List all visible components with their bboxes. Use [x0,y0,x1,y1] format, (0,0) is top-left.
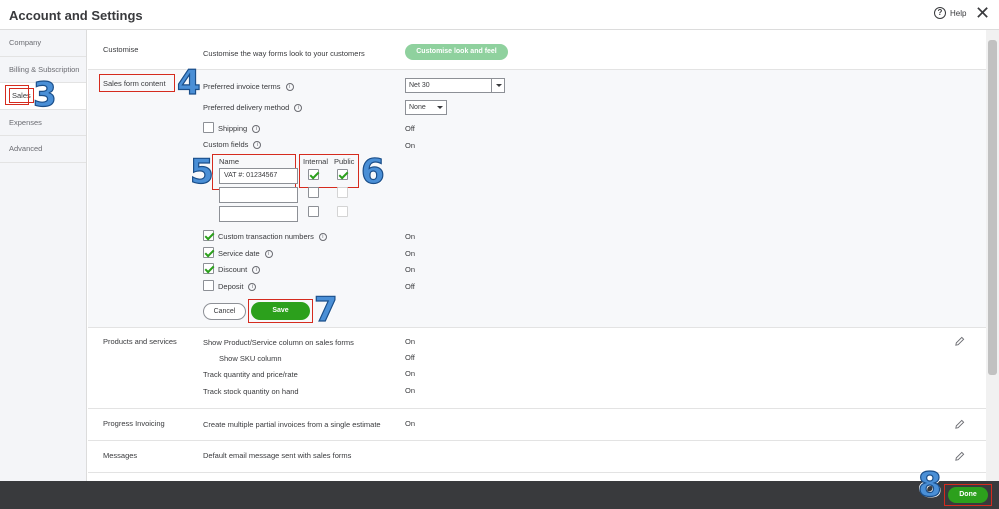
shipping-label: Shipping i [218,124,261,134]
progress-description: Create multiple partial invoices from a … [203,420,381,429]
done-button[interactable]: Done [948,487,988,503]
shipping-value: Off [405,124,415,133]
deposit-checkbox[interactable] [203,280,214,291]
track-qty-value: On [405,369,416,378]
public-checkbox-1[interactable] [337,169,348,180]
pencil-icon[interactable] [954,336,965,347]
window-title: Account and Settings [9,8,143,23]
discount-checkbox[interactable] [203,263,214,274]
footer-bar: Done [0,481,999,509]
info-icon: i [252,125,261,134]
sidebar-item-company[interactable]: Company [0,30,86,57]
pencil-icon[interactable] [954,419,965,430]
chevron-down-icon [491,79,504,92]
track-stock-value: On [405,386,416,395]
service-date-checkbox[interactable] [203,247,214,258]
deposit-value: Off [405,282,415,291]
messages-description: Default email message sent with sales fo… [203,451,352,460]
deposit-label: Deposit i [218,282,257,292]
pencil-icon[interactable] [954,451,965,462]
service-date-label: Service date i [218,249,273,259]
service-date-value: On [405,249,416,258]
show-product-label: Show Product/Service column on sales for… [203,338,354,347]
internal-checkbox-1[interactable] [308,169,319,180]
shipping-checkbox[interactable] [203,122,214,133]
progress-section: Progress Invoicing Create multiple parti… [88,409,986,441]
show-sku-label: Show SKU column [219,354,282,363]
discount-value: On [405,265,416,274]
settings-content: Customise Customise the way forms look t… [88,30,986,481]
progress-value: On [405,419,416,428]
messages-section: Messages Default email message sent with… [88,441,986,473]
public-column-header: Public [334,157,355,166]
custom-field-name-input-1[interactable]: VAT #: 01234567 [219,168,298,184]
discount-label: Discount i [218,265,261,275]
scrollbar-thumb[interactable] [988,40,997,375]
title-bar: Account and Settings ? Help ✕ [0,0,999,30]
progress-label: Progress Invoicing [103,419,165,428]
track-stock-label: Track stock quantity on hand [203,387,299,396]
help-label: Help [950,8,967,18]
info-icon: i [294,104,303,113]
public-checkbox-3 [337,206,348,217]
show-sku-value: Off [405,353,415,362]
custom-txn-label: Custom transaction numbers i [218,232,327,242]
internal-checkbox-2[interactable] [308,187,319,198]
public-checkbox-2 [337,187,348,198]
annotation-step-4: 4 [176,63,201,103]
scrollbar[interactable] [986,30,999,481]
close-icon[interactable]: ✕ [975,4,990,22]
products-section: Products and services Show Product/Servi… [88,328,986,409]
internal-checkbox-3[interactable] [308,206,319,217]
name-column-header: Name [219,157,240,166]
custom-txn-value: On [405,232,416,241]
show-product-value: On [405,337,416,346]
annotation-step-5: 5 [189,152,214,192]
custom-fields-value: On [405,141,416,150]
invoice-terms-select[interactable]: Net 30 [405,78,505,93]
sidebar-item-advanced[interactable]: Advanced [0,136,86,163]
custom-txn-checkbox[interactable] [203,230,214,241]
messages-label: Messages [103,451,138,460]
info-icon: i [264,250,273,259]
save-button[interactable]: Save [251,302,310,320]
delivery-method-label: Preferred delivery method i [203,103,303,113]
annotation-step-8: 8 [917,465,942,505]
annotation-step-3: 3 [32,75,57,115]
customise-section: Customise Customise the way forms look t… [88,30,986,70]
cancel-button[interactable]: Cancel [203,303,246,320]
info-icon: i [318,233,327,242]
custom-fields-label: Custom fields i [203,140,262,150]
annotation-step-6: 6 [360,152,385,192]
invoice-terms-label: Preferred invoice terms i [203,82,294,92]
chevron-down-icon [433,101,446,114]
custom-field-name-input-3[interactable] [219,206,298,222]
custom-field-name-input-2[interactable] [219,187,298,203]
sales-form-section: Sales form content Preferred invoice ter… [88,70,986,328]
products-label: Products and services [103,337,177,346]
info-icon: i [253,141,262,150]
customise-look-button[interactable]: Customise look and feel [405,44,508,60]
customise-description: Customise the way forms look to your cus… [203,49,365,58]
help-icon: ? [934,7,946,19]
annotation-box-3 [5,85,29,105]
track-qty-label: Track quantity and price/rate [203,370,298,379]
delivery-method-select[interactable]: None [405,100,447,115]
info-icon: i [248,283,257,292]
annotation-step-7: 7 [313,290,338,330]
internal-column-header: Internal [303,157,329,166]
help-button[interactable]: ? Help [934,7,966,19]
annotation-box-4 [99,74,175,92]
info-icon: i [285,83,294,92]
customise-label: Customise [103,45,139,54]
info-icon: i [252,266,261,275]
